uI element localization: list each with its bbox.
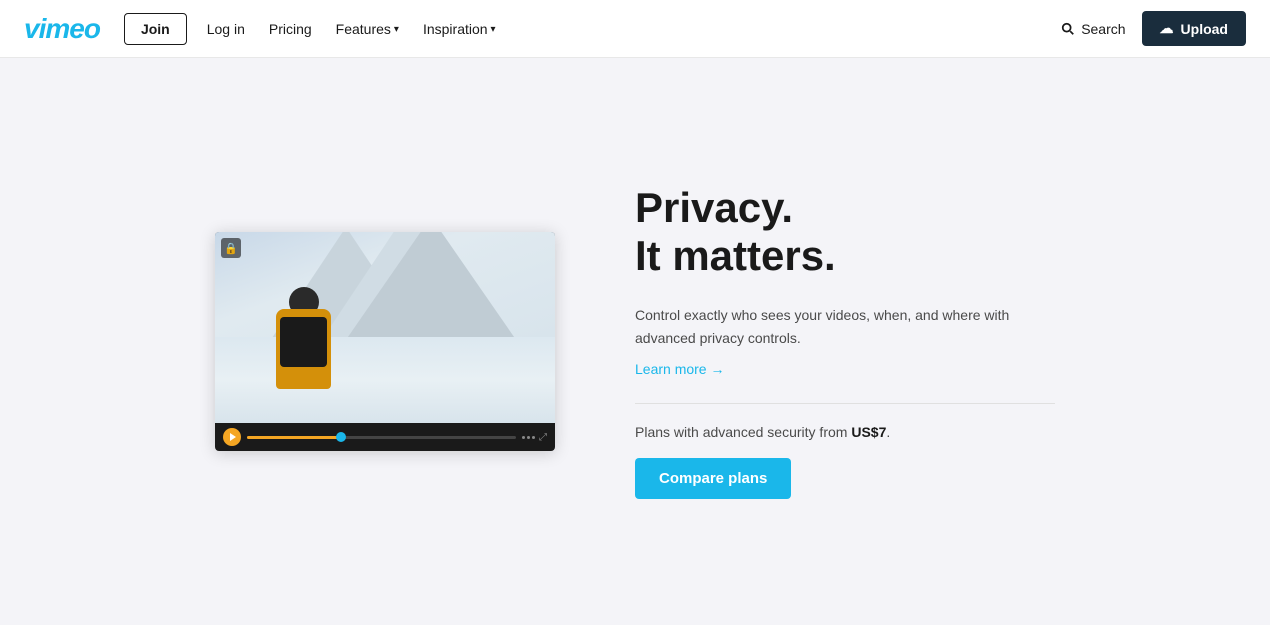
video-frame: 🔒 bbox=[215, 232, 555, 423]
fullscreen-icon[interactable]: ⤢ bbox=[539, 432, 547, 443]
progress-fill bbox=[247, 436, 341, 439]
inspiration-chevron-icon: ▾ bbox=[491, 24, 496, 35]
search-label: Search bbox=[1081, 21, 1125, 37]
navbar: vimeo Join Log in Pricing Features ▾ Ins… bbox=[0, 0, 1270, 58]
content-divider bbox=[635, 403, 1055, 404]
play-icon bbox=[230, 433, 236, 441]
snow-ground bbox=[215, 337, 555, 423]
join-button[interactable]: Join bbox=[124, 13, 187, 45]
video-controls-bar: ⤢ bbox=[215, 423, 555, 451]
features-chevron-icon: ▾ bbox=[394, 24, 399, 35]
inspiration-menu[interactable]: Inspiration ▾ bbox=[411, 21, 508, 37]
mountain-3 bbox=[341, 232, 521, 347]
headline-line2: It matters. bbox=[635, 232, 836, 279]
content-right: Privacy. It matters. Control exactly who… bbox=[635, 184, 1055, 499]
progress-bar[interactable] bbox=[247, 436, 516, 439]
headline: Privacy. It matters. bbox=[635, 184, 1055, 281]
upload-cloud-icon: ☁ bbox=[1160, 20, 1174, 37]
compare-plans-button[interactable]: Compare plans bbox=[635, 458, 791, 499]
learn-more-link[interactable]: Learn more → bbox=[635, 361, 724, 377]
mountains bbox=[215, 251, 555, 347]
pricing-suffix: . bbox=[886, 424, 890, 440]
features-menu[interactable]: Features ▾ bbox=[324, 21, 411, 37]
search-icon bbox=[1061, 22, 1075, 36]
main-content: 🔒 bbox=[0, 58, 1270, 625]
progress-thumb bbox=[336, 432, 346, 442]
upload-button[interactable]: ☁ Upload bbox=[1142, 11, 1246, 46]
vimeo-logo-text: vimeo bbox=[24, 13, 100, 44]
video-player[interactable]: 🔒 bbox=[215, 232, 555, 451]
person-body bbox=[276, 309, 331, 389]
search-button[interactable]: Search bbox=[1061, 21, 1125, 37]
login-link[interactable]: Log in bbox=[195, 21, 257, 37]
pricing-text: Plans with advanced security from US$7. bbox=[635, 424, 1055, 440]
pricing-price: US$7 bbox=[851, 424, 886, 440]
description-text: Control exactly who sees your videos, wh… bbox=[635, 304, 1055, 349]
person-figure bbox=[276, 309, 331, 389]
controls-right: ⤢ bbox=[522, 432, 547, 443]
headline-line1: Privacy. bbox=[635, 184, 793, 231]
pricing-prefix: Plans with advanced security from bbox=[635, 424, 851, 440]
play-button[interactable] bbox=[223, 428, 241, 446]
lock-icon: 🔒 bbox=[221, 238, 241, 258]
signal-icon bbox=[522, 436, 535, 439]
upload-label: Upload bbox=[1181, 21, 1228, 37]
person-vest bbox=[280, 317, 327, 367]
logo[interactable]: vimeo bbox=[24, 13, 100, 45]
pricing-link[interactable]: Pricing bbox=[257, 21, 324, 37]
